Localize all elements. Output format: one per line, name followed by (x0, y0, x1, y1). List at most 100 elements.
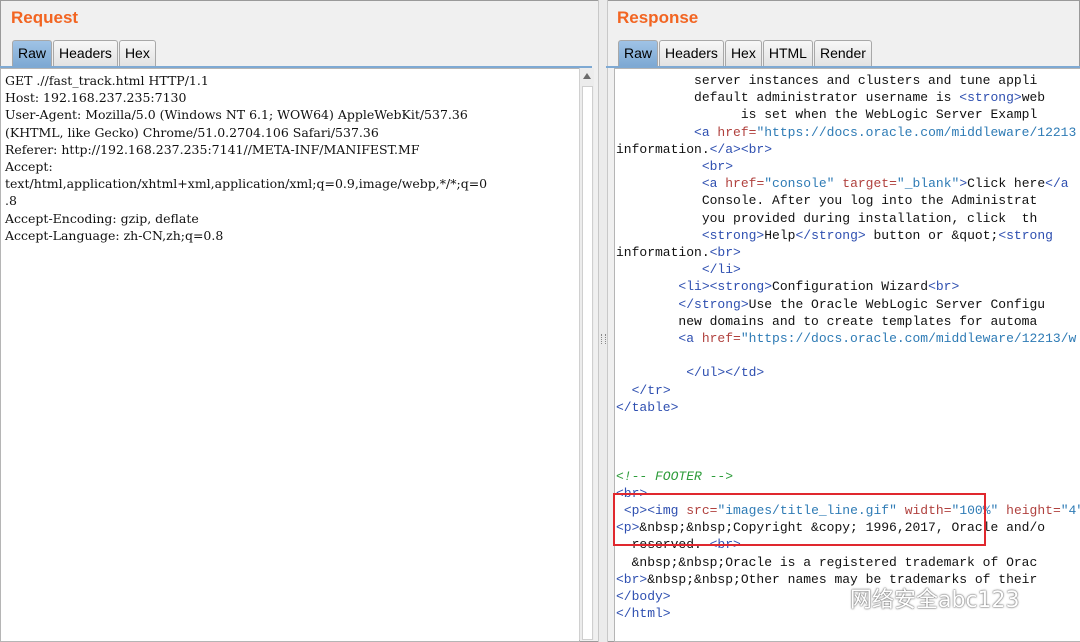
response-token: new domains and to create templates for … (616, 313, 1038, 329)
response-token: <a (701, 176, 726, 192)
response-token: "https://docs.oracle.com/middleware/1221… (740, 331, 1077, 347)
response-token (616, 279, 678, 294)
response-token: Help (764, 227, 796, 243)
response-title: Response (617, 8, 699, 27)
response-line: <br> (616, 486, 647, 501)
response-token: </a><br> (709, 141, 773, 157)
response-line: <p>&nbsp;&nbsp;Copyright &copy; 1996,201… (616, 520, 1045, 535)
response-token: width= (904, 503, 952, 519)
request-scrollbar[interactable] (579, 68, 594, 640)
response-token: button or &quot; (865, 227, 999, 243)
response-token: Configuration Wizard (772, 279, 929, 295)
response-token: </a (1045, 176, 1069, 192)
response-tab-html[interactable]: HTML (762, 40, 813, 66)
response-token: "images/title_line.gif" (717, 503, 897, 519)
response-token: href= (701, 331, 741, 347)
response-token: <li><strong> (678, 279, 773, 295)
response-panel: Response Raw Headers Hex HTML Render ser… (606, 0, 1080, 642)
watermark: 网络安全abc123 (818, 582, 1020, 614)
response-token: <a (694, 124, 718, 140)
wechat-icon (818, 587, 844, 607)
response-text[interactable]: server instances and clusters and tune a… (615, 69, 1080, 623)
response-line: </html> (616, 606, 671, 621)
response-line: <br> (616, 159, 733, 174)
response-tab-headers[interactable]: Headers (659, 40, 724, 66)
response-tabs: Raw Headers Hex HTML Render (618, 40, 873, 66)
response-token: </strong> (795, 227, 866, 243)
response-line: <p><img src="images/title_line.gif" widt… (616, 503, 1080, 518)
request-editor[interactable]: GET .//fast_track.html HTTP/1.1 Host: 19… (0, 68, 580, 642)
request-line: text/html,application/xhtml+xml,applicat… (5, 176, 488, 192)
response-line: server instances and clusters and tune a… (616, 73, 1037, 88)
request-line: Accept-Language: zh-CN,zh;q=0.8 (5, 227, 224, 243)
response-line: <a href="https://docs.oracle.com/middlew… (616, 331, 1076, 346)
request-line: (KHTML, like Gecko) Chrome/51.0.2704.106… (5, 124, 379, 140)
response-token: </ul></td> (686, 365, 765, 381)
response-line: <li><strong>Configuration Wizard<br> (616, 279, 959, 294)
response-tab-hex[interactable]: Hex (724, 40, 762, 66)
response-token: <!-- FOOTER --> (616, 468, 734, 484)
request-tab-headers[interactable]: Headers (53, 40, 118, 66)
response-token (616, 331, 678, 346)
response-token (616, 262, 702, 277)
response-token: server instances and clusters and tune a… (616, 73, 1038, 88)
response-token: <a (678, 331, 702, 347)
response-token: </li> (701, 262, 741, 278)
response-token: Console. After you log into the Administ… (616, 193, 1038, 209)
response-token: </body> (616, 589, 671, 605)
response-token: </tr> (631, 382, 671, 398)
scroll-thumb[interactable] (582, 86, 593, 640)
response-token: <p><img (623, 503, 687, 519)
response-token: src= (686, 503, 718, 519)
response-token: > (959, 176, 968, 192)
response-line: </tr> (616, 383, 671, 398)
response-token: target= (842, 176, 897, 192)
watermark-text: 网络安全abc123 (850, 588, 1020, 613)
response-line: you provided during installation, click … (616, 211, 1037, 226)
response-line: information.<br> (616, 245, 741, 260)
request-line: Accept-Encoding: gzip, deflate (5, 210, 199, 226)
response-tab-render[interactable]: Render (813, 40, 872, 66)
response-token: <br> (709, 245, 741, 261)
request-line: Referer: http://192.168.237.235:7141//ME… (5, 141, 420, 157)
request-tab-hex[interactable]: Hex (118, 40, 156, 66)
response-token: is set when the WebLogic Server Exampl (616, 107, 1038, 123)
response-line: <a href="console" target="_blank">Click … (616, 176, 1069, 191)
response-token: information. (616, 245, 710, 261)
response-token (616, 365, 686, 380)
request-text[interactable]: GET .//fast_track.html HTTP/1.1 Host: 19… (1, 69, 579, 247)
request-title: Request (11, 8, 79, 27)
response-token: you provided during installation, click … (616, 210, 1038, 226)
response-line: </strong>Use the Oracle WebLogic Server … (616, 297, 1045, 312)
response-token: <p> (616, 520, 640, 536)
scroll-up-arrow-icon[interactable] (583, 73, 591, 79)
response-line: <strong>Help</strong> button or &quot;<s… (616, 228, 1053, 243)
response-token: href= (725, 176, 765, 192)
response-token: </strong> (678, 296, 749, 312)
response-token: information. (616, 141, 710, 157)
response-line: Console. After you log into the Administ… (616, 193, 1037, 208)
response-editor[interactable]: server instances and clusters and tune a… (614, 68, 1080, 642)
response-token: <br> (616, 485, 648, 501)
request-tab-raw[interactable]: Raw (12, 40, 53, 66)
response-token: "console" (764, 176, 835, 192)
response-token: &nbsp;&nbsp;Copyright &copy; 1996,2017, … (639, 520, 1046, 536)
response-token (998, 503, 1006, 518)
response-token: <strong> (959, 90, 1022, 106)
request-line: .8 (5, 193, 17, 209)
response-tab-raw[interactable]: Raw (618, 40, 659, 66)
response-line: information.</a><br> (616, 142, 772, 157)
response-token: "4" (1060, 503, 1080, 519)
response-token: <br> (701, 159, 734, 175)
response-token: web (1021, 90, 1046, 106)
response-token: default administrator username is (616, 90, 960, 106)
response-token (616, 125, 694, 140)
request-line: User-Agent: Mozilla/5.0 (Windows NT 6.1;… (5, 107, 468, 123)
response-token: href= (717, 124, 757, 140)
response-token: "100%" (951, 503, 999, 519)
response-token: <br> (709, 537, 741, 553)
response-token: "_blank" (896, 176, 960, 192)
response-token (616, 297, 678, 312)
response-token: <strong> (701, 227, 765, 243)
response-line: <!-- FOOTER --> (616, 469, 733, 484)
